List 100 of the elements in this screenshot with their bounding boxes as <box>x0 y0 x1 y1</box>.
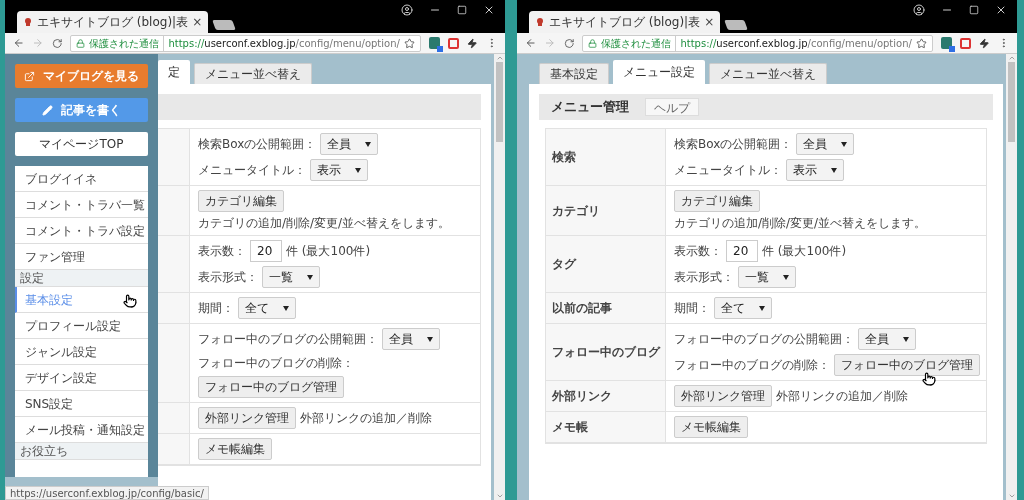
row-label: フォロー中のブログ <box>552 344 660 361</box>
action-button[interactable]: カテゴリ編集 <box>674 190 760 212</box>
dropdown[interactable]: 一覧 <box>738 266 796 288</box>
status-bar-url: https://userconf.exblog.jp/config/basic/ <box>5 486 209 500</box>
reload-icon[interactable] <box>51 37 63 49</box>
tab-close-button[interactable]: × <box>704 16 715 28</box>
extension-icon[interactable] <box>940 37 953 49</box>
scroll-down-icon[interactable] <box>1007 492 1016 500</box>
extension-icon[interactable] <box>960 37 972 49</box>
new-tab-button[interactable] <box>724 20 748 30</box>
action-button[interactable]: 外部リンク管理 <box>674 385 772 407</box>
dropdown[interactable]: 全て <box>714 297 772 319</box>
row-label: 外部リンク <box>552 388 612 405</box>
account-icon[interactable] <box>913 4 925 16</box>
reload-icon[interactable] <box>563 37 575 49</box>
lock-icon <box>588 38 598 48</box>
address-bar[interactable]: 保護された通信 https://userconf.exblog.jp/config/menu/option/ <box>70 34 421 52</box>
extension-icon[interactable] <box>428 37 441 49</box>
help-button[interactable]: ヘルプ <box>645 98 699 116</box>
description-text: カテゴリの追加/削除/変更/並べ替えをします。 <box>198 216 451 231</box>
settings-tab[interactable]: メニュー並べ替え <box>194 63 312 84</box>
field-label: 表示形式： <box>674 269 734 286</box>
maximize-icon[interactable] <box>457 5 467 15</box>
scroll-down-icon[interactable] <box>495 492 504 500</box>
browser-tab[interactable]: エキサイトブログ (blog)|表 × <box>529 11 721 33</box>
action-button[interactable]: メモ帳編集 <box>674 416 748 438</box>
settings-tab[interactable]: メニュー並べ替え <box>709 63 827 84</box>
dropdown-caret-icon <box>841 141 848 147</box>
account-icon[interactable] <box>401 4 413 16</box>
scrollbar[interactable] <box>494 54 505 500</box>
field-label: メニュータイトル： <box>674 162 782 179</box>
tab-close-button[interactable]: × <box>192 16 203 28</box>
action-button[interactable]: カテゴリ編集 <box>198 190 284 212</box>
menu-item[interactable]: SNS設定 <box>15 391 148 417</box>
dropdown[interactable]: 全員 <box>382 328 440 350</box>
bookmark-star-icon[interactable] <box>403 37 415 49</box>
menu-item[interactable]: ブログイイネ <box>15 166 148 192</box>
maximize-icon[interactable] <box>969 5 979 15</box>
field-label: メニュータイトル： <box>198 162 306 179</box>
dropdown[interactable]: 全員 <box>320 133 379 155</box>
tab-title: エキサイトブログ (blog)|表 <box>549 14 701 31</box>
scrollbar-thumb[interactable] <box>1008 62 1015 142</box>
row-label: メモ帳 <box>552 419 588 436</box>
dropdown-caret-icon <box>903 336 909 342</box>
dropdown-caret-icon <box>307 274 313 280</box>
scrollbar[interactable] <box>1006 54 1017 500</box>
field-label: フォロー中のブログの削除： <box>674 357 830 374</box>
menu-item[interactable]: デザイン設定 <box>15 365 148 391</box>
mypage-button[interactable]: マイページTOP <box>15 132 148 156</box>
field-label: 検索Boxの公開範囲： <box>674 136 793 153</box>
action-button[interactable]: フォロー中のブログ管理 <box>834 354 980 376</box>
extension-icon[interactable] <box>448 37 460 49</box>
action-button[interactable]: フォロー中のブログ管理 <box>198 376 344 398</box>
back-icon[interactable] <box>525 37 537 49</box>
bookmark-star-icon[interactable] <box>915 37 927 49</box>
new-tab-button[interactable] <box>212 20 236 30</box>
favicon-icon <box>23 17 33 27</box>
dropdown[interactable]: 表示 <box>786 159 844 181</box>
dropdown[interactable]: 全員 <box>858 328 916 350</box>
dropdown[interactable]: 全員 <box>796 133 855 155</box>
dropdown[interactable]: 表示 <box>310 159 368 181</box>
close-icon[interactable] <box>483 4 495 16</box>
number-input[interactable]: 20 <box>726 240 758 262</box>
menu-item[interactable]: ジャンル設定 <box>15 339 148 365</box>
menu-item[interactable]: コメント・トラバ設定 <box>15 218 148 244</box>
settings-tab[interactable]: 基本設定 <box>539 63 609 84</box>
field-label: フォロー中のブログの削除： <box>198 355 354 372</box>
action-button[interactable]: 外部リンク管理 <box>198 407 296 429</box>
lightning-icon[interactable] <box>467 37 478 49</box>
external-link-icon <box>24 70 35 82</box>
menu-item[interactable]: プロフィール設定 <box>15 313 148 339</box>
field-label: 表示数： <box>674 243 722 260</box>
field-label: フォロー中のブログの公開範囲： <box>674 331 854 348</box>
row-label: タグ <box>552 256 576 273</box>
settings-tab[interactable]: メニュー設定 <box>613 60 705 84</box>
back-icon[interactable] <box>13 37 25 49</box>
dropdown[interactable]: 全て <box>238 297 296 319</box>
field-label: 表示形式： <box>198 269 258 286</box>
tab-title: エキサイトブログ (blog)|表 <box>37 14 189 31</box>
menu-section-heading: 設定 <box>15 270 148 287</box>
address-bar[interactable]: 保護された通信 https://userconf.exblog.jp/config/menu/option/ <box>582 34 933 52</box>
secure-label: 保護された通信 <box>89 35 165 51</box>
action-button[interactable]: メモ帳編集 <box>198 438 272 460</box>
url-text: https://userconf.exblog.jp/config/menu/option/ <box>680 36 912 51</box>
browser-tab[interactable]: エキサイトブログ (blog)|表 × <box>17 11 209 33</box>
settings-tab[interactable]: 定 <box>158 60 190 84</box>
dropdown-caret-icon <box>759 305 765 311</box>
menu-item[interactable]: コメント・トラバ一覧 <box>15 192 148 218</box>
scroll-up-icon[interactable] <box>1007 54 1016 62</box>
dropdown-caret-icon <box>427 336 433 342</box>
field-label: 表示数： <box>198 243 246 260</box>
close-icon[interactable] <box>995 4 1007 16</box>
scrollbar-thumb[interactable] <box>496 62 503 142</box>
dropdown[interactable]: 一覧 <box>262 266 320 288</box>
row-label: カテゴリ <box>552 202 600 220</box>
scroll-up-icon[interactable] <box>495 54 504 62</box>
description-text: カテゴリの追加/削除/変更/並べ替えをします。 <box>674 216 927 231</box>
number-input[interactable]: 20 <box>250 240 282 262</box>
secure-label: 保護された通信 <box>601 35 677 51</box>
lightning-icon[interactable] <box>979 37 990 49</box>
